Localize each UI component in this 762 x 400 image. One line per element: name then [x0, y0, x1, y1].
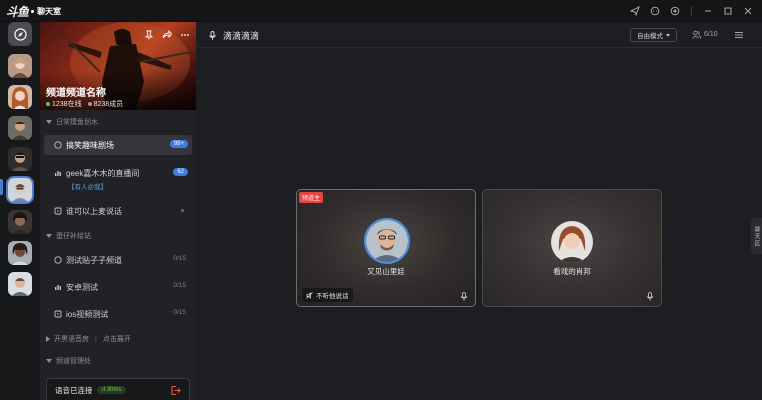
room-title: 滴滴滴滴 [208, 29, 259, 42]
voice-room-icon [54, 207, 62, 215]
app-logo: 斗鱼 聊天室 [6, 4, 62, 19]
maximize-icon[interactable] [718, 0, 738, 22]
group-header[interactable]: 开黑语音房 | 点击展开 [46, 334, 131, 344]
users-icon [692, 30, 701, 39]
channel-item[interactable]: geek嘉木木的直播间 62 [44, 163, 192, 183]
voice-room-icon [54, 310, 62, 318]
server-avatar-8[interactable] [8, 272, 32, 296]
disconnect-icon[interactable] [170, 385, 181, 396]
member-total: 8238成员 [87, 99, 123, 109]
microphone-icon[interactable] [646, 292, 654, 301]
host-tag: 频道主 [299, 192, 324, 203]
send-icon[interactable] [625, 0, 645, 22]
voice-room: 滴滴滴滴 自由模式 6/10 频道主 又见山里娃 不听他说话 看戏的肖邦 聊天区 [196, 22, 762, 400]
mode-dropdown[interactable]: 自由模式 [630, 28, 677, 42]
group-header[interactable]: 频道管理处 [46, 356, 91, 366]
close-icon[interactable] [738, 0, 758, 22]
online-count: 1238在线 [46, 99, 82, 109]
voice-status-label: 语音已连接 [55, 385, 93, 395]
server-rail [0, 22, 40, 400]
server-avatar-1[interactable] [8, 54, 32, 78]
collapse-arrow-icon [46, 120, 52, 124]
member-count[interactable]: 6/10 [692, 30, 718, 39]
server-avatar-6[interactable] [8, 210, 32, 234]
unread-badge: 62 [173, 168, 188, 176]
minimize-icon[interactable] [698, 0, 718, 22]
collapse-arrow-icon [46, 234, 52, 238]
microphone-icon[interactable] [460, 292, 468, 301]
latency-badge: .ıl 30ms [96, 386, 126, 394]
participant-card[interactable]: 频道主 又见山里娃 不听他说话 [296, 189, 476, 307]
live-icon [54, 169, 62, 177]
chat-icon[interactable] [645, 0, 665, 22]
server-avatar-4[interactable] [8, 147, 32, 171]
channel-item[interactable]: 测试贴子子频道 0/15 [44, 250, 192, 270]
participant-card[interactable]: 看戏的肖邦 [482, 189, 662, 307]
server-avatar-2[interactable] [8, 85, 32, 109]
channel-item[interactable]: 搞笑趣味剧场 99+ [44, 135, 192, 155]
channel-name: 频道频道名称 [46, 88, 106, 99]
capacity-count: 0/15 [173, 255, 186, 262]
logo-text: 斗鱼 [6, 4, 29, 19]
capacity-count: 0/15 [173, 282, 186, 289]
channel-stats: 1238在线 8238成员 [46, 99, 123, 109]
expand-link[interactable]: 点击展开 [103, 334, 131, 344]
channel-banner: 频道频道名称 1238在线 8238成员 [40, 22, 196, 110]
more-icon[interactable] [179, 29, 190, 40]
pin-icon[interactable] [143, 29, 154, 40]
share-icon[interactable] [161, 29, 172, 40]
voice-status-bar: 语音已连接 .ıl 30ms [46, 378, 190, 400]
chat-area-tab[interactable]: 聊天区 [751, 218, 762, 254]
participant-name: 又见山里娃 [367, 267, 405, 276]
logo-subtitle: 聊天室 [37, 6, 62, 16]
channel-item[interactable]: ios视频测试 0/15 [44, 304, 192, 324]
server-avatar-5-active[interactable] [8, 178, 32, 202]
chat-icon [54, 256, 62, 264]
menu-icon[interactable] [734, 30, 744, 40]
collapse-arrow-icon [46, 359, 52, 363]
channel-sidebar: 频道频道名称 1238在线 8238成员 日常摸鱼划水 搞笑趣味剧场 99+ g… [40, 22, 196, 400]
mention-hint: 【有人@我】 [68, 184, 108, 191]
compass-icon [13, 27, 27, 41]
expand-arrow-icon [46, 336, 50, 342]
record-icon[interactable] [665, 0, 685, 22]
live-icon [54, 283, 62, 291]
room-header: 滴滴滴滴 自由模式 6/10 [196, 22, 762, 48]
chevron-down-icon [666, 33, 670, 37]
microphone-icon [209, 31, 216, 40]
channel-item[interactable]: 谁可以上麦说话 [44, 201, 192, 221]
avatar [551, 221, 593, 263]
channel-item[interactable]: 安卓测试 0/15 [44, 277, 192, 297]
discover-button[interactable] [8, 22, 32, 46]
server-avatar-7[interactable] [8, 241, 32, 265]
server-avatar-3[interactable] [8, 116, 32, 140]
capacity-count: 0/15 [173, 309, 186, 316]
participant-name: 看戏的肖邦 [553, 267, 591, 276]
mute-status: 不听他说话 [302, 288, 353, 302]
group-header[interactable]: 蛋仔补给站 [46, 231, 91, 241]
group-header[interactable]: 日常摸鱼划水 [46, 117, 98, 127]
chat-icon [54, 141, 62, 149]
mute-speaker-icon [306, 291, 313, 299]
title-bar: 斗鱼 聊天室 [0, 0, 762, 22]
avatar [364, 218, 410, 264]
unread-badge: 99+ [169, 140, 188, 148]
